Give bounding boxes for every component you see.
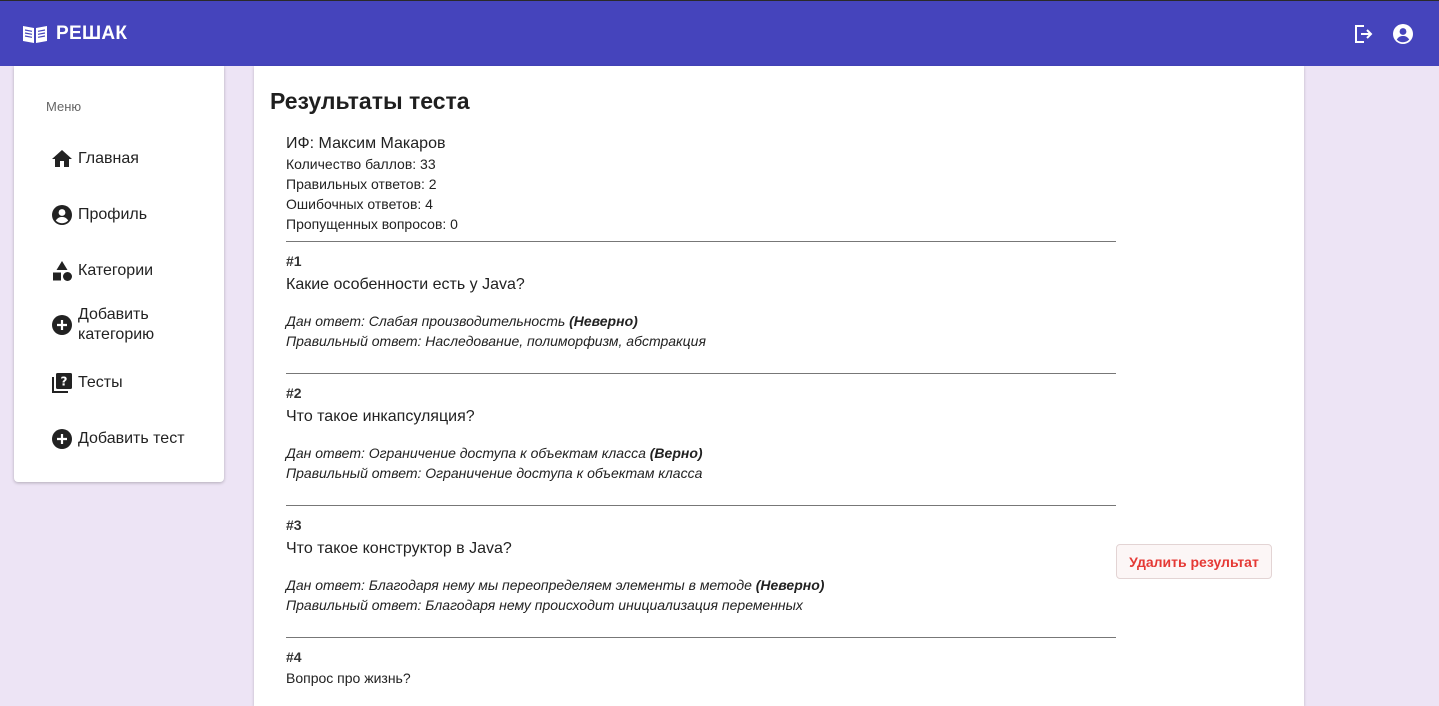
correct-count: Правильных ответов: 2	[286, 176, 437, 192]
answer-block: Дан ответ: Благодаря нему мы переопредел…	[286, 575, 1116, 615]
top-app-bar: РЕШАК	[0, 0, 1439, 66]
correct-answer: Правильный ответ: Ограничение доступа к …	[286, 465, 703, 481]
divider	[286, 637, 1116, 638]
add-circle-icon	[50, 313, 74, 337]
sidebar-item-label: Категории	[78, 262, 154, 279]
quiz-icon: ?	[50, 371, 74, 395]
question-number: #2	[286, 385, 302, 401]
logout-icon[interactable]	[1351, 22, 1375, 46]
question-number: #4	[286, 649, 302, 665]
question-item: #3 Что такое конструктор в Java? Дан отв…	[286, 516, 1116, 615]
sidebar-menu: Меню Главная Профиль Категории Добавить …	[14, 66, 224, 482]
home-icon	[50, 147, 74, 171]
given-answer: Дан ответ: Ограничение доступа к объекта…	[286, 445, 703, 461]
sidebar-item-add-test[interactable]: Добавить тест	[50, 427, 220, 451]
question-item: #2 Что такое инкапсуляция? Дан ответ: Ог…	[286, 384, 1116, 483]
divider	[286, 241, 1116, 242]
sidebar-item-add-category[interactable]: Добавить категорию	[50, 305, 220, 345]
sidebar-item-label: Главная	[78, 150, 139, 167]
book-open-icon	[22, 24, 48, 44]
sidebar-item-profile[interactable]: Профиль	[50, 203, 220, 227]
sidebar-item-label: Тесты	[78, 374, 123, 391]
result-summary: ИФ: Максим Макаров Количество баллов: 33…	[286, 134, 1116, 234]
student-name: ИФ: Максим Макаров	[286, 135, 446, 152]
skipped-count: Пропущенных вопросов: 0	[286, 216, 458, 232]
verdict-label: (Неверно)	[755, 577, 825, 593]
given-answer: Дан ответ: Слабая производительность (Не…	[286, 313, 638, 329]
question-text: Что такое инкапсуляция?	[286, 408, 475, 425]
question-text: Что такое конструктор в Java?	[286, 540, 512, 557]
question-text: Вопрос про жизнь?	[286, 670, 411, 686]
sidebar-item-home[interactable]: Главная	[50, 147, 220, 171]
verdict-label: (Неверно)	[569, 313, 638, 329]
category-icon	[50, 259, 74, 283]
brand-name: РЕШАК	[56, 23, 128, 44]
account-circle-icon[interactable]	[1391, 22, 1415, 46]
brand-link[interactable]: РЕШАК	[22, 1, 127, 67]
sidebar-item-label: Добавить категорию	[78, 306, 155, 343]
answer-block: Дан ответ: Ограничение доступа к объекта…	[286, 443, 1116, 483]
wrong-count: Ошибочных ответов: 4	[286, 196, 433, 212]
page-title: Результаты теста	[270, 88, 470, 114]
delete-result-button[interactable]: Удалить результат	[1116, 544, 1272, 579]
sidebar-heading: Меню	[46, 99, 82, 114]
answer-block: Дан ответ: Слабая производительность (Не…	[286, 311, 1116, 351]
sidebar-item-label: Добавить тест	[78, 430, 185, 447]
account-circle-icon	[50, 203, 74, 227]
sidebar-item-label: Профиль	[78, 206, 148, 223]
svg-text:?: ?	[61, 375, 68, 389]
sidebar-item-tests[interactable]: ? Тесты	[50, 371, 220, 395]
sidebar-item-categories[interactable]: Категории	[50, 259, 220, 283]
divider	[286, 505, 1116, 506]
add-circle-icon	[50, 427, 74, 451]
question-number: #1	[286, 253, 302, 269]
correct-answer: Правильный ответ: Благодаря нему происхо…	[286, 597, 803, 613]
question-item: #1 Какие особенности есть у Java? Дан от…	[286, 252, 1116, 351]
question-text: Какие особенности есть у Java?	[286, 276, 525, 293]
verdict-label: (Верно)	[649, 445, 703, 461]
correct-answer: Правильный ответ: Наследование, полиморф…	[286, 333, 706, 349]
divider	[286, 373, 1116, 374]
question-number: #3	[286, 517, 302, 533]
results-card: Результаты теста ИФ: Максим Макаров Коли…	[254, 66, 1304, 706]
score-line: Количество баллов: 33	[286, 156, 436, 172]
given-answer: Дан ответ: Благодаря нему мы переопредел…	[286, 577, 825, 593]
question-item: #4 Вопрос про жизнь?	[286, 648, 1116, 688]
